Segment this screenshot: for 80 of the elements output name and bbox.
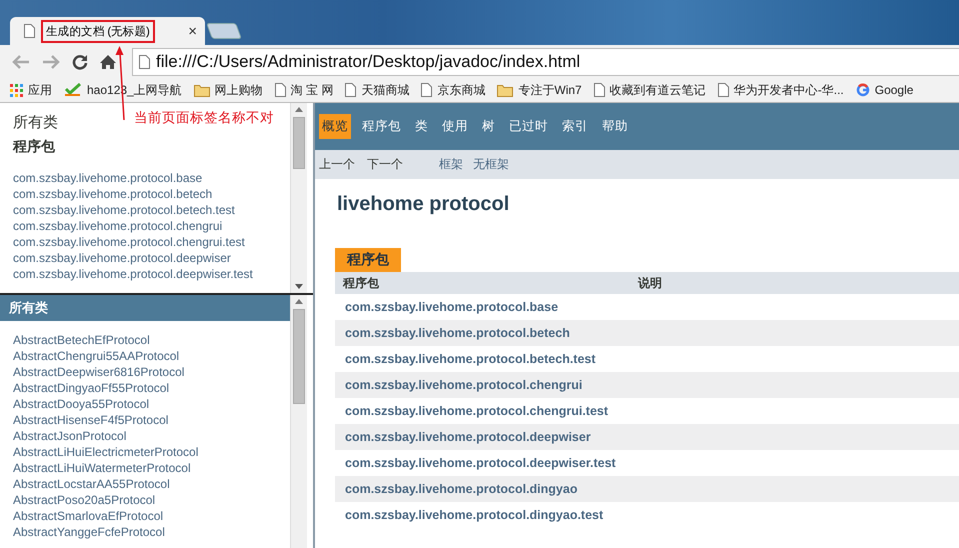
page-title: livehome protocol [336,192,510,217]
package-link[interactable]: com.szsbay.livehome.protocol.betech.test [345,352,596,366]
forward-icon[interactable] [42,54,60,68]
all-classes-heading: 所有类 [0,295,290,321]
class-link[interactable]: AbstractJsonProtocol [4,428,290,444]
class-link[interactable]: AbstractDooya55Protocol [4,396,290,412]
package-link[interactable]: com.szsbay.livehome.protocol.deepwiser.test [345,456,616,470]
page-icon [421,83,432,97]
bookmark[interactable]: 华为开发者中心-华... [718,82,844,98]
bookmark[interactable]: 网上购物 [194,82,263,98]
class-link[interactable]: AbstractDeepwiser6816Protocol [4,364,290,380]
package-link[interactable]: com.szsbay.livehome.protocol.base [345,300,558,314]
package-link[interactable]: com.szsbay.livehome.protocol.deepwiser.test [4,266,290,282]
reload-icon[interactable] [72,54,88,70]
frame-link[interactable]: 框架 [439,156,463,173]
package-link[interactable]: com.szsbay.livehome.protocol.betech [4,186,290,202]
bookmark[interactable]: 收藏到有道云笔记 [594,82,706,98]
scrollbar-thumb[interactable] [293,117,305,169]
address-field[interactable]: file:///C:/Users/Administrator/Desktop/javadoc/index.html [132,48,959,76]
browser-tab[interactable]: 生成的文档 (无标题) × [10,17,205,45]
class-link[interactable]: AbstractChengrui55AAProtocol [4,348,290,364]
page-icon [274,83,286,97]
folder-icon [194,84,210,96]
package-link[interactable]: com.szsbay.livehome.protocol.deepwiser [4,250,290,266]
bookmark[interactable]: 专注于Win7 [497,82,582,98]
package-link[interactable]: com.szsbay.livehome.protocol.base [4,170,290,186]
package-link[interactable]: com.szsbay.livehome.protocol.dingyao.test [345,508,604,522]
page-icon [139,54,150,68]
checkmark-logo-icon [64,83,82,97]
scrollbar[interactable] [290,295,307,548]
class-link[interactable]: AbstractLiHuiWatermeterProtocol [4,460,290,476]
class-link[interactable]: AbstractPoso20a5Protocol [4,492,290,508]
all-classes-link[interactable]: 所有类 [13,113,58,132]
nav-item[interactable]: 使用 [439,114,471,139]
table-caption: 程序包 [335,248,401,272]
nav-item[interactable]: 概览 [319,114,351,139]
nav-text: 上一个 [319,156,355,173]
package-link[interactable]: com.szsbay.livehome.protocol.chengrui.test [4,234,290,250]
page-icon [345,83,356,97]
new-tab-button[interactable] [206,23,242,39]
nav-item[interactable]: 索引 [559,114,591,139]
class-link[interactable]: AbstractDingyaoFf55Protocol [4,380,290,396]
package-link[interactable]: com.szsbay.livehome.protocol.betech.test [4,202,290,218]
page-icon [24,24,35,38]
bookmark[interactable]: 淘 宝 网 [274,82,334,98]
folder-icon [497,84,514,96]
close-button[interactable]: × [188,22,197,40]
package-link[interactable]: com.szsbay.livehome.protocol.chengrui [4,218,290,234]
packages-heading: 程序包 [12,137,56,156]
bookmark[interactable]: Google [856,83,914,97]
scrollbar[interactable] [290,103,307,293]
page-icon [594,83,605,97]
annotation-note: 当前页面标签名称不对 [134,109,274,127]
page-icon [718,83,729,97]
column-header: 说明 [636,274,662,292]
nav-item[interactable]: 帮助 [599,114,631,139]
bookmark[interactable]: 京东商城 [421,82,486,98]
class-link[interactable]: AbstractBetechEfProtocol [4,332,290,348]
nav-item[interactable]: 类 [412,114,431,139]
class-link[interactable]: AbstractLocstarAA55Protocol [4,476,290,492]
back-icon[interactable] [12,54,30,68]
bookmark[interactable]: 应用 [10,82,52,98]
class-link[interactable]: AbstractLiHuiElectricmeterProtocol [4,444,290,460]
scrollbar-thumb[interactable] [293,309,305,404]
class-link[interactable]: AbstractSmarlovaEfProtocol [4,508,290,524]
package-link[interactable]: com.szsbay.livehome.protocol.betech [345,326,570,340]
tab-title: 生成的文档 (无标题) [45,24,150,38]
class-link[interactable]: AbstractYanggeFcfeProtocol [4,524,290,540]
home-icon[interactable] [100,54,116,70]
nav-text: 下一个 [367,156,403,173]
class-link[interactable]: AbstractHisenseF4f5Protocol [4,412,290,428]
apps-grid-icon [10,84,23,96]
nav-item[interactable]: 程序包 [359,114,404,139]
nav-item[interactable]: 树 [479,114,498,139]
bookmark[interactable]: 天猫商城 [345,82,410,98]
g-logo-icon [856,83,870,97]
frame-link[interactable]: 无框架 [473,156,509,173]
column-header: 程序包 [342,274,380,292]
package-link[interactable]: com.szsbay.livehome.protocol.chengrui.test [345,404,608,418]
nav-item[interactable]: 已过时 [506,114,551,139]
